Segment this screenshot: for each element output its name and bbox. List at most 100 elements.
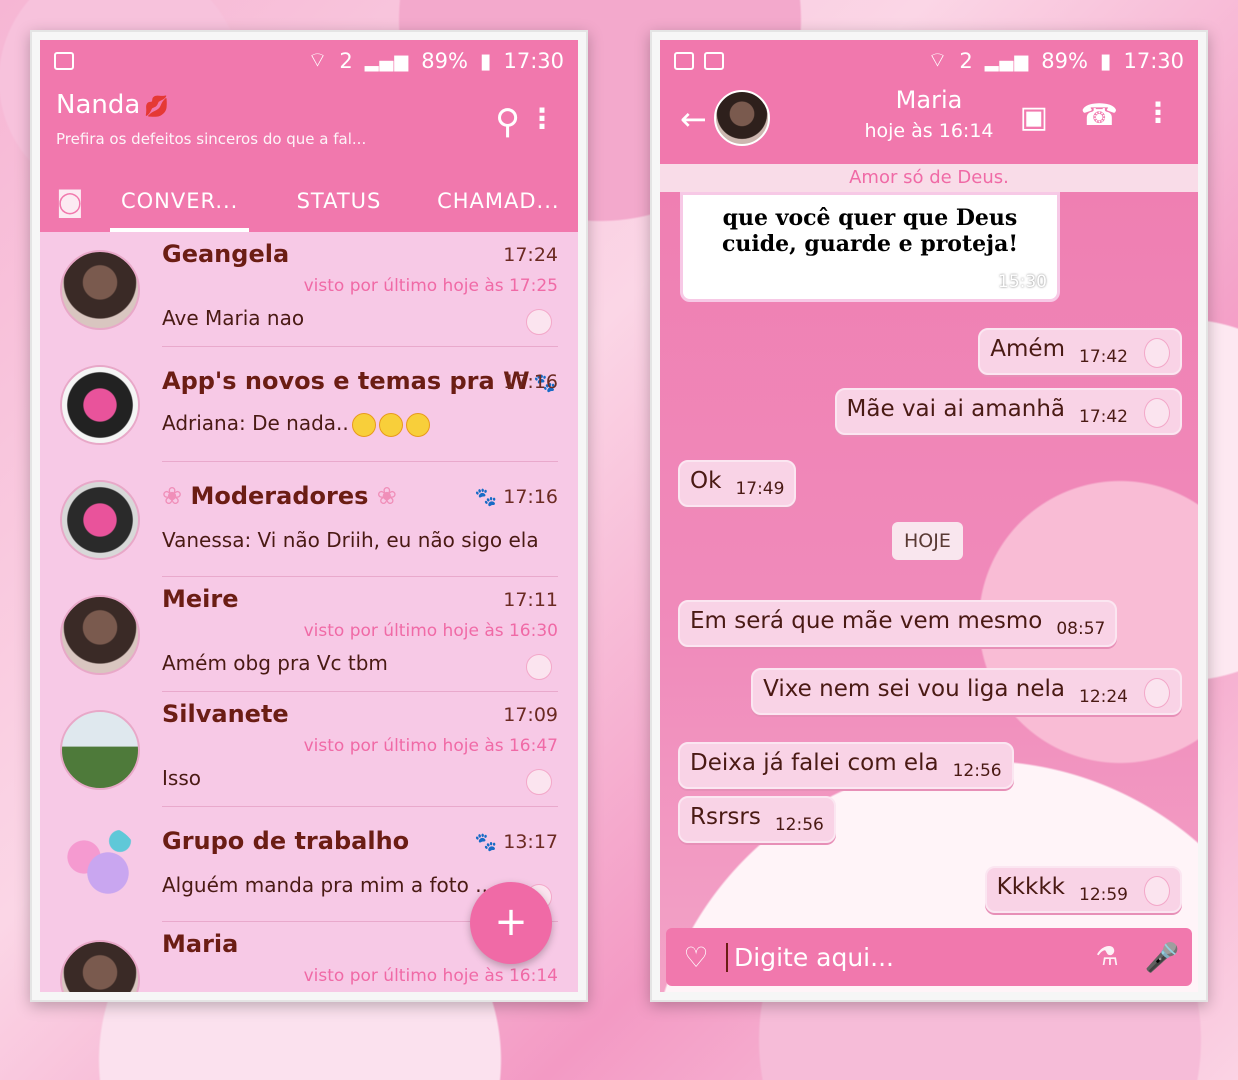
message-bubble-in[interactable]: Ok 17:49 [678,460,797,507]
kiss-icon: 💋 [144,94,170,118]
smile-emoji-icon [351,412,376,437]
message-text: Rsrsrs [690,804,761,830]
chat-row-moderadores[interactable]: ❀ Moderadores ❀ 🐾 17:16 Vanessa: Vi não … [40,462,578,577]
microphone-icon[interactable]: 🎤 [1132,941,1192,974]
chat-time-text: 13:17 [503,831,558,853]
message-time: 12:24 [1079,687,1128,707]
chat-list: Geangela 17:24 visto por último hoje às … [40,232,578,992]
chat-name: Silvanete [162,700,289,728]
overflow-menu-icon[interactable]: ⋮ [1144,96,1172,129]
chat-name-text: App's novos e temas pra W [162,367,530,395]
signal-icon: ▂▄▆ [984,50,1030,72]
battery-icon: ▮ [1099,49,1112,73]
notification-icon [54,52,74,70]
chat-name: Maria [162,930,239,958]
message-bubble-in[interactable]: Deixa já falei com ela 12:56 [678,742,1014,789]
sim-indicator: 2 [959,49,973,73]
battery-text: 89% [1041,49,1088,73]
message-bubble-out[interactable]: Amém 17:42 [978,328,1182,375]
chat-time: 🐾 13:17 [471,831,558,853]
chat-time: 17:09 [503,704,558,726]
conversation-header: ← Maria hoje às 16:14 ▣ ☎ ⋮ [660,82,1198,164]
message-bubble-out[interactable]: Kkkkk 12:59 [984,866,1182,913]
chat-name: Meire [162,585,239,613]
chat-preview-text: Adriana: De nada.. [162,411,349,435]
avatar[interactable] [60,710,140,790]
message-time: 12:56 [952,761,1002,781]
chat-preview: Isso [162,766,201,790]
message-bubble-in[interactable]: Em será que mãe vem mesmo 08:57 [678,600,1118,647]
chat-name: Geangela [162,240,290,268]
message-time: 08:57 [1056,619,1106,639]
avatar[interactable] [60,365,140,445]
chat-name-text: Moderadores [190,482,369,510]
avatar[interactable] [60,480,140,560]
message-text: Ok [690,468,722,494]
smile-emoji-icon [378,412,403,437]
message-bubble-out[interactable]: Mãe vai ai amanhã 17:42 [834,388,1182,435]
new-chat-button[interactable]: + [470,882,552,964]
conversation-screen: ⌔ 2 ▂▄▆ 89% ▮ 17:30 ← Maria hoje às 16:1… [660,40,1198,992]
message-time: 15:30 [998,272,1047,292]
image-message[interactable]: que você quer que Deus cuide, guarde e p… [680,192,1060,302]
bunny-icon [526,769,552,795]
message-bubble-in[interactable]: Rsrsrs 12:56 [678,796,836,843]
last-seen: visto por último hoje às 16:30 [303,621,558,641]
app-header: Nanda 💋 Prefira os defeitos sinceros do q… [40,82,578,232]
chat-time-text: 17:16 [503,486,558,508]
avatar[interactable] [60,825,140,905]
avatar[interactable] [60,595,140,675]
clock: 17:30 [1123,49,1184,73]
battery-icon: ▮ [479,49,492,73]
chat-preview: Vanessa: Vi não Driih, eu não sigo ela [162,528,539,552]
message-composer: ♡ Digite aqui... ⚗ 🎤 [666,928,1192,986]
profile-name: Nanda [56,90,141,120]
contact-status-bar: Amor só de Deus. [660,164,1198,192]
search-icon[interactable]: ⚲ [495,102,520,142]
chat-preview: Adriana: De nada.. [162,411,430,437]
attach-icon[interactable]: ⚗ [1082,942,1132,972]
signal-icon: ▂▄▆ [364,50,410,72]
video-call-icon[interactable]: ▣ [1020,100,1048,135]
camera-icon[interactable]: ◙ [40,185,100,218]
message-time: 17:42 [1079,407,1128,427]
message-text: Vixe nem sei vou liga nela [763,676,1065,702]
image-text-line: cuide, guarde e proteja! [721,231,1019,257]
chat-row-meire[interactable]: Meire 17:11 visto por último hoje às 16:… [40,577,578,692]
tab-chats[interactable]: CONVER... [100,170,259,232]
sim-indicator: 2 [339,49,353,73]
overflow-menu-icon[interactable]: ⋮ [528,102,556,135]
last-seen: visto por último hoje às 17:25 [303,276,558,296]
chat-name: ❀ Moderadores ❀ [162,482,397,510]
avatar[interactable] [60,940,140,992]
phone-call-icon[interactable]: ☎ [1081,98,1118,133]
chat-row-silvanete[interactable]: Silvanete 17:09 visto por último hoje às… [40,692,578,807]
wifi-icon: ⌔ [927,48,948,72]
notification-icon [674,52,694,70]
status-bar: ⌔ 2 ▂▄▆ 89% ▮ 17:30 [40,40,578,82]
battery-text: 89% [421,49,468,73]
bunny-icon [526,309,552,335]
avatar[interactable] [60,250,140,330]
tab-calls[interactable]: CHAMAD... [419,170,578,232]
emoji-icon[interactable]: ♡ [666,941,726,974]
notification-icon [704,52,724,70]
paw-icon: 🐾 [474,832,498,853]
chat-row-geangela[interactable]: Geangela 17:24 visto por último hoje às … [40,232,578,347]
message-text: Em será que mãe vem mesmo [690,608,1043,634]
flower-icon: ❀ [368,482,397,510]
wifi-icon: ⌔ [307,48,328,72]
image-text-line: que você quer que Deus [722,205,1018,231]
tab-status[interactable]: STATUS [259,170,418,232]
chat-row-apps-novos[interactable]: App's novos e temas pra W 🐾 17:16 Adriana… [40,347,578,462]
profile-status: Prefira os defeitos sinceros do que a fa… [56,130,367,148]
message-bubble-out[interactable]: Vixe nem sei vou liga nela 12:24 [751,668,1182,715]
message-time: 17:49 [735,479,785,499]
paw-icon: 🐾 [474,487,498,508]
last-seen: visto por último hoje às 16:47 [303,736,558,756]
conversation-screenshot: ⌔ 2 ▂▄▆ 89% ▮ 17:30 ← Maria hoje às 16:1… [650,30,1208,1002]
profile-title: Nanda 💋 [56,90,169,120]
status-bar: ⌔ 2 ▂▄▆ 89% ▮ 17:30 [660,40,1198,82]
message-input[interactable]: Digite aqui... [726,942,1082,972]
message-area[interactable]: que você quer que Deus cuide, guarde e p… [660,192,1198,992]
